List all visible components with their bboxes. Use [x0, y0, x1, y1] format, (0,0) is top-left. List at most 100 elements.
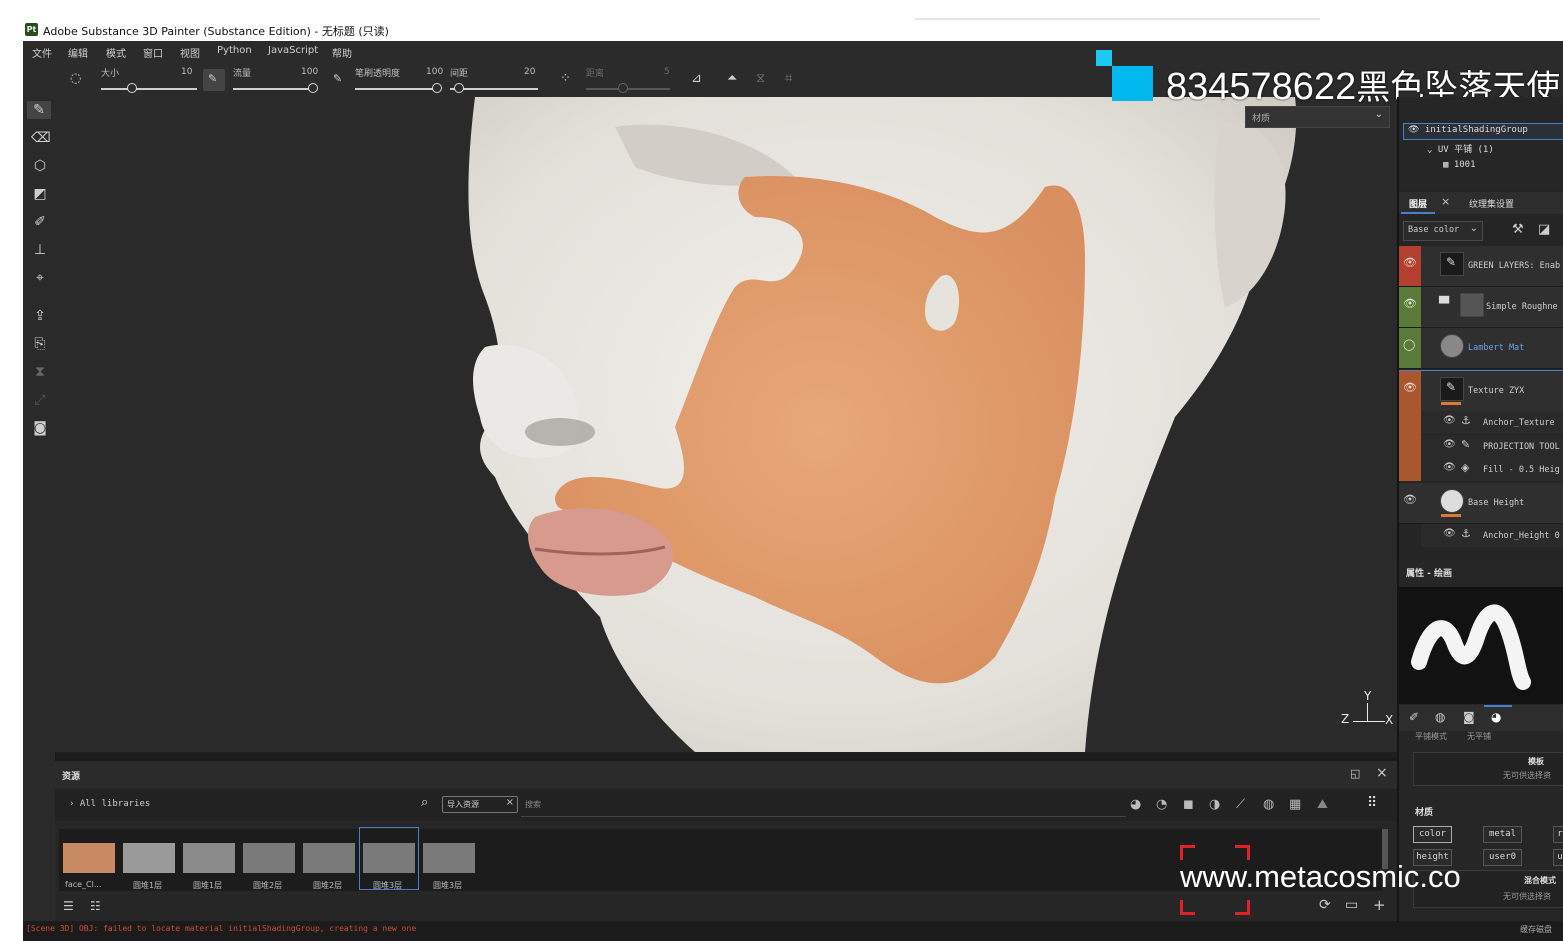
bake-icon[interactable]: ⎘: [31, 335, 49, 353]
layer-row[interactable]: 👁 ▀ Simple Roughne: [1399, 287, 1563, 328]
filter-smart-material-icon[interactable]: ◔: [1156, 797, 1167, 812]
channel-metal-button[interactable]: metal: [1483, 826, 1522, 843]
tab-texture-set-settings[interactable]: 纹理集设置: [1469, 197, 1514, 210]
export-icon[interactable]: ⇪: [31, 307, 49, 325]
filter-brush-icon[interactable]: ⟋: [1236, 797, 1245, 812]
channel-select[interactable]: Base color ⌄: [1403, 221, 1483, 241]
close-icon[interactable]: ×: [506, 797, 514, 808]
menu-edit[interactable]: 编辑: [68, 45, 88, 60]
visibility-toggle[interactable]: 👁: [1399, 483, 1421, 523]
asset-thumbnail[interactable]: [183, 843, 235, 873]
pen-icon[interactable]: ✎: [333, 72, 342, 85]
paint-brush-icon[interactable]: ✎: [27, 101, 51, 119]
stencil-slot[interactable]: 模板 无可供选择资: [1413, 752, 1563, 786]
viewport-3d[interactable]: Y Z X: [55, 97, 1397, 752]
material-dropdown[interactable]: 材质 ⌄: [1245, 106, 1390, 128]
library-selector[interactable]: › All libraries: [69, 799, 150, 809]
screenshot-icon[interactable]: ◙: [31, 419, 49, 437]
spacing-slider-knob[interactable]: [454, 83, 464, 93]
detail-view-icon[interactable]: ☷: [90, 899, 101, 913]
filter-environment-icon[interactable]: ⛰: [1317, 797, 1328, 812]
stencil-tab-icon[interactable]: ◙: [1463, 710, 1475, 724]
polygon-fill-icon[interactable]: ◩: [31, 185, 49, 203]
filter-alpha-icon[interactable]: ◍: [1263, 797, 1274, 812]
symmetry-icon[interactable]: ⏶: [727, 71, 737, 86]
visibility-toggle[interactable]: 👁: [1399, 246, 1421, 286]
list-view-icon[interactable]: ☰: [63, 899, 74, 913]
layer-row[interactable]: 👁 Base Height: [1399, 483, 1563, 524]
filter-procedural-icon[interactable]: ◑: [1209, 797, 1220, 812]
channel-color-button[interactable]: color: [1413, 826, 1452, 843]
tiling-mode-value[interactable]: 无平铺: [1467, 731, 1491, 742]
menu-file[interactable]: 文件: [32, 45, 52, 60]
add-icon[interactable]: +: [1373, 896, 1386, 914]
flow-slider-knob[interactable]: [308, 83, 318, 93]
menu-python[interactable]: Python: [217, 45, 252, 56]
asset-thumbnail[interactable]: [63, 843, 115, 873]
sublayer-row[interactable]: 👁 ◈ Fill - 0.5 Heig: [1421, 458, 1563, 481]
new-folder-icon[interactable]: ▭: [1345, 897, 1358, 913]
material-tab-icon[interactable]: ◕: [1491, 710, 1501, 724]
opacity-slider[interactable]: [355, 88, 437, 90]
uv-label[interactable]: ⌄ UV 平铺 (1): [1427, 142, 1494, 155]
eye-icon[interactable]: 👁: [1408, 125, 1419, 135]
sublayer-row[interactable]: 👁 ✎ PROJECTION TOOL: [1421, 435, 1563, 458]
menu-javascript[interactable]: JavaScript: [268, 45, 318, 56]
eye-icon[interactable]: 👁: [1443, 415, 1456, 426]
symmetry-mirror-icon[interactable]: ⧖: [756, 71, 765, 86]
filter-material-icon[interactable]: ◕: [1130, 797, 1141, 812]
channel-rough-button[interactable]: r: [1553, 826, 1563, 843]
crop-icon[interactable]: ⌗: [785, 71, 792, 86]
asset-thumbnail[interactable]: [423, 843, 475, 873]
layer-row[interactable]: 👁 ✎ Texture ZYX: [1399, 370, 1563, 481]
visibility-toggle[interactable]: ◯: [1399, 328, 1421, 368]
alpha-tab-icon[interactable]: ◍: [1435, 710, 1445, 724]
tile-item[interactable]: ▦ 1001: [1443, 160, 1476, 170]
filter-texture-icon[interactable]: ▦: [1289, 797, 1301, 812]
close-icon[interactable]: ×: [1376, 765, 1388, 781]
asset-thumbnail[interactable]: [363, 843, 415, 873]
sublayer-row[interactable]: 👁 ⚓ Anchor_Height 0: [1421, 524, 1563, 547]
add-layer-icon[interactable]: ◪: [1538, 222, 1550, 237]
magic-wand-icon[interactable]: ⚒: [1512, 222, 1524, 237]
eye-icon[interactable]: 👁: [1443, 439, 1456, 450]
menu-help[interactable]: 帮助: [332, 45, 352, 60]
size-slider[interactable]: [101, 88, 197, 90]
brush-tab-icon[interactable]: ✐: [1409, 710, 1419, 724]
shading-group-row[interactable]: 👁 initialShadingGroup: [1403, 123, 1563, 140]
color-picker-icon[interactable]: ⌖: [31, 269, 49, 287]
size-slider-knob[interactable]: [127, 83, 137, 93]
float-panel-icon[interactable]: ◱: [1350, 767, 1360, 780]
smudge-icon[interactable]: ✐: [31, 213, 49, 231]
tab-layers[interactable]: 图层: [1409, 197, 1427, 210]
close-icon[interactable]: ×: [1441, 195, 1450, 208]
opacity-slider-knob[interactable]: [432, 83, 442, 93]
eye-icon[interactable]: 👁: [1443, 462, 1456, 473]
pressure-toggle-button[interactable]: ✎: [203, 69, 225, 91]
eraser-icon[interactable]: ⌫: [31, 129, 51, 147]
eye-icon[interactable]: 👁: [1443, 528, 1456, 539]
sublayer-row[interactable]: 👁 ⚓ Anchor_Texture: [1421, 411, 1563, 434]
brush-shape-icon[interactable]: ◌: [70, 71, 81, 86]
channel-user0-button[interactable]: user0: [1483, 849, 1522, 866]
projection-icon[interactable]: ⬡: [31, 157, 49, 175]
clone-stamp-icon[interactable]: ⊥: [31, 241, 49, 259]
refresh-icon[interactable]: ⟳: [1319, 897, 1331, 913]
filter-mask-icon[interactable]: ◼: [1183, 797, 1194, 812]
visibility-toggle[interactable]: 👁: [1399, 287, 1421, 327]
grid-view-icon[interactable]: ⠿: [1367, 795, 1377, 811]
menu-window[interactable]: 窗口: [143, 45, 163, 60]
asset-thumbnail[interactable]: [123, 843, 175, 873]
flow-slider[interactable]: [233, 88, 317, 90]
menu-view[interactable]: 视图: [180, 45, 200, 60]
channel-user-button[interactable]: u: [1553, 849, 1563, 866]
search-input[interactable]: 搜索: [525, 799, 541, 810]
visibility-toggle[interactable]: 👁: [1399, 371, 1421, 481]
layer-row[interactable]: 👁 ✎ GREEN LAYERS: Enab: [1399, 246, 1563, 287]
search-tag-chip[interactable]: 导入资源 ×: [442, 796, 518, 813]
menu-mode[interactable]: 模式: [106, 45, 126, 60]
asset-thumbnail[interactable]: [243, 843, 295, 873]
asset-thumbnail[interactable]: [303, 843, 355, 873]
alignment-icon[interactable]: ⊿: [691, 71, 702, 86]
lazy-mouse-icon[interactable]: ⁘: [560, 71, 571, 86]
